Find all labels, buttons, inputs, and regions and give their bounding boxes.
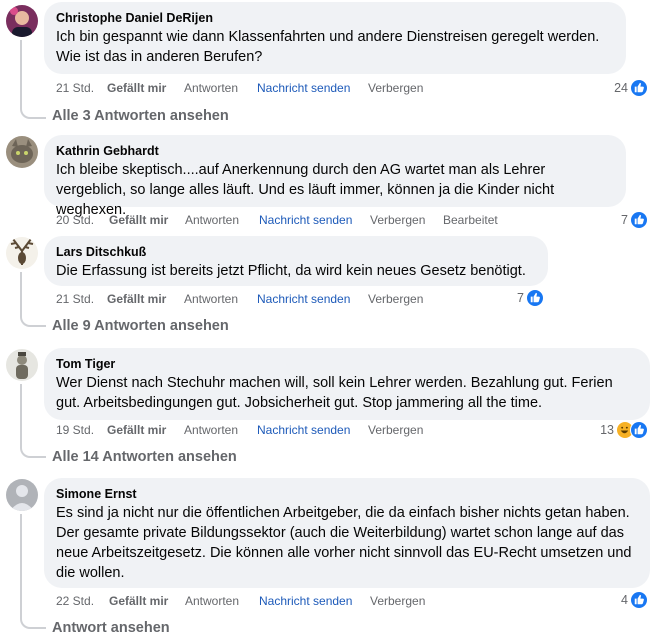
hide-button[interactable]: Verbergen [368, 80, 423, 96]
like-icon [630, 211, 648, 229]
comment-author[interactable]: Kathrin Gebhardt [56, 143, 614, 159]
comment-time[interactable]: 21 Std. [56, 291, 94, 307]
view-replies-link[interactable]: Alle 14 Antworten ansehen [52, 448, 237, 466]
comment-bubble: Kathrin Gebhardt Ich bleibe skeptisch...… [44, 135, 626, 218]
avatar[interactable] [6, 349, 38, 381]
reply-button[interactable]: Antworten [185, 212, 239, 228]
like-icon [630, 421, 648, 439]
thread-line [20, 272, 22, 315]
view-replies-link[interactable]: Alle 3 Antworten ansehen [52, 107, 229, 125]
comment-time[interactable]: 21 Std. [56, 80, 94, 96]
comment-author[interactable]: Simone Ernst [56, 486, 638, 502]
comment-time[interactable]: 19 Std. [56, 422, 94, 438]
like-icon [630, 591, 648, 609]
comment-simone: Simone Ernst Es sind ja nicht nur die öf… [0, 475, 665, 642]
send-message-button[interactable]: Nachricht senden [259, 212, 352, 228]
like-button[interactable]: Gefällt mir [107, 80, 166, 96]
reaction-count: 4 [621, 593, 628, 607]
avatar[interactable] [6, 237, 38, 269]
hide-button[interactable]: Verbergen [368, 291, 423, 307]
comment-author[interactable]: Lars Ditschkuß [56, 244, 536, 260]
like-button[interactable]: Gefällt mir [107, 422, 166, 438]
edited-label[interactable]: Bearbeitet [443, 212, 498, 228]
reaction-summary[interactable]: 7 [600, 211, 648, 229]
avatar[interactable] [6, 136, 38, 168]
reply-button[interactable]: Antworten [184, 422, 238, 438]
like-icon [630, 79, 648, 97]
thread-connector [20, 444, 46, 458]
comment-text: Es sind ja nicht nur die öffentlichen Ar… [56, 505, 632, 581]
hide-button[interactable]: Verbergen [368, 422, 423, 438]
view-replies-link[interactable]: Antwort ansehen [52, 619, 170, 637]
comment-lars: Lars Ditschkuß Die Erfassung ist bereits… [0, 235, 665, 345]
reply-button[interactable]: Antworten [184, 291, 238, 307]
comment-tom: Tom Tiger Wer Dienst nach Stechuhr mache… [0, 345, 665, 475]
reaction-summary[interactable]: 13 [590, 421, 648, 439]
reaction-count: 7 [621, 213, 628, 227]
reply-button[interactable]: Antworten [185, 593, 239, 609]
comment-bubble: Simone Ernst Es sind ja nicht nur die öf… [44, 478, 650, 588]
comment-author[interactable]: Tom Tiger [56, 356, 638, 372]
send-message-button[interactable]: Nachricht senden [257, 80, 350, 96]
like-icon [526, 289, 544, 307]
comment-time[interactable]: 20 Std. [56, 212, 94, 228]
comment-text: Wer Dienst nach Stechuhr machen will, so… [56, 375, 613, 411]
reply-button[interactable]: Antworten [184, 80, 238, 96]
thread-line [20, 514, 22, 617]
comment-kathrin: Kathrin Gebhardt Ich bleibe skeptisch...… [0, 130, 665, 235]
send-message-button[interactable]: Nachricht senden [257, 422, 350, 438]
thread-connector [20, 105, 46, 119]
thread-connector [20, 313, 46, 327]
comment-text: Die Erfassung ist bereits jetzt Pflicht,… [56, 263, 526, 279]
reaction-count: 7 [517, 291, 524, 305]
comment-author[interactable]: Christophe Daniel DeRijen [56, 10, 614, 26]
hide-button[interactable]: Verbergen [370, 212, 425, 228]
comment-time[interactable]: 22 Std. [56, 593, 94, 609]
like-button[interactable]: Gefällt mir [107, 291, 166, 307]
like-button[interactable]: Gefällt mir [109, 212, 168, 228]
reaction-count: 24 [614, 81, 628, 95]
avatar[interactable] [6, 479, 38, 511]
hide-button[interactable]: Verbergen [370, 593, 425, 609]
comment-bubble: Tom Tiger Wer Dienst nach Stechuhr mache… [44, 348, 650, 420]
comment-text: Ich bin gespannt wie dann Klassenfahrten… [56, 29, 600, 65]
reaction-summary[interactable]: 24 [596, 79, 648, 97]
comment-bubble: Lars Ditschkuß Die Erfassung ist bereits… [44, 236, 548, 286]
thread-line [20, 384, 22, 446]
comment-text: Ich bleibe skeptisch....auf Anerkennung … [56, 162, 555, 218]
reaction-summary[interactable]: 4 [602, 591, 648, 609]
thread-line [20, 40, 22, 107]
reaction-summary[interactable]: 7 [496, 289, 544, 307]
view-replies-link[interactable]: Alle 9 Antworten ansehen [52, 317, 229, 335]
comment-christophe: Christophe Daniel DeRijen Ich bin gespan… [0, 0, 665, 130]
comment-bubble: Christophe Daniel DeRijen Ich bin gespan… [44, 2, 626, 74]
like-button[interactable]: Gefällt mir [109, 593, 168, 609]
send-message-button[interactable]: Nachricht senden [259, 593, 352, 609]
avatar[interactable] [6, 5, 38, 37]
send-message-button[interactable]: Nachricht senden [257, 291, 350, 307]
reaction-count: 13 [600, 423, 614, 437]
thread-connector [20, 615, 46, 629]
